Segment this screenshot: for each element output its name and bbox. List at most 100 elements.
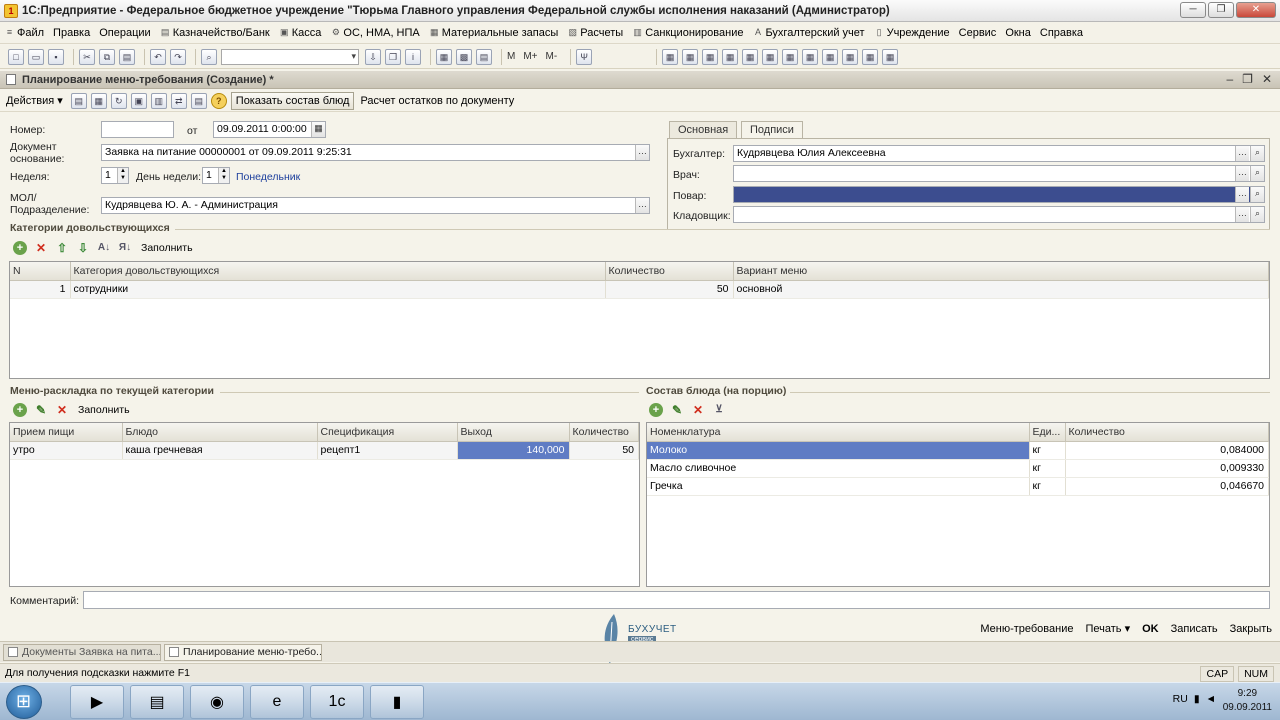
report-11-icon[interactable]: ▦ bbox=[862, 48, 879, 65]
basis-select-button[interactable]: … bbox=[635, 145, 649, 160]
tab-main[interactable]: Основная bbox=[669, 121, 738, 139]
media-player-icon[interactable]: ▶ bbox=[70, 685, 124, 719]
menu-help[interactable]: Справка bbox=[1040, 27, 1083, 39]
undo-icon[interactable]: ↶ bbox=[150, 48, 166, 65]
menu-fill-button[interactable]: Заполнить bbox=[78, 404, 130, 416]
cell-quantity[interactable]: 0,084000 bbox=[1065, 441, 1269, 460]
cook-search-icon[interactable]: ⌕ bbox=[1250, 187, 1264, 202]
camera-icon[interactable]: ▮ bbox=[370, 685, 424, 719]
calendar-icon[interactable]: ▦ bbox=[311, 122, 325, 137]
col-quantity[interactable]: Количество bbox=[605, 262, 734, 281]
cell-unit[interactable]: кг bbox=[1029, 441, 1066, 460]
table-icon[interactable]: ▦ bbox=[436, 48, 452, 65]
report-6-icon[interactable]: ▦ bbox=[762, 48, 779, 65]
print-button[interactable]: Печать ▾ bbox=[1085, 622, 1130, 635]
mol-select-button[interactable]: … bbox=[635, 198, 649, 213]
doc-restore-icon[interactable]: ❐ bbox=[1242, 72, 1253, 86]
table-row[interactable]: Гречка кг 0,046670 bbox=[647, 477, 1269, 496]
menu-operations[interactable]: Операции bbox=[99, 27, 150, 39]
col-category[interactable]: Категория довольствующихся bbox=[70, 262, 606, 281]
menu-institution[interactable]: ▯ Учреждение bbox=[874, 27, 950, 39]
help-icon[interactable]: ? bbox=[210, 92, 227, 109]
date-field[interactable]: 09.09.2011 0:00:00 ▦ bbox=[213, 121, 326, 138]
accountant-search-icon[interactable]: ⌕ bbox=[1250, 146, 1264, 161]
paste-icon[interactable]: ▤ bbox=[119, 48, 135, 65]
close-icon[interactable]: ✕ bbox=[1236, 2, 1276, 18]
memory-mplus-button[interactable]: M+ bbox=[523, 51, 537, 62]
cell-nomenclature[interactable]: Гречка bbox=[647, 477, 1030, 496]
cell-nomenclature[interactable]: Масло сливочное bbox=[647, 459, 1030, 478]
redo-icon[interactable]: ↷ bbox=[170, 48, 186, 65]
doctor-search-icon[interactable]: ⌕ bbox=[1250, 166, 1264, 181]
cell-unit[interactable]: кг bbox=[1029, 459, 1066, 478]
table-row[interactable]: Масло сливочное кг 0,009330 bbox=[647, 459, 1269, 478]
menu-treasury[interactable]: ▤ Казначейство/Банк bbox=[160, 27, 270, 39]
add-row-icon[interactable]: + bbox=[13, 403, 27, 417]
structure-icon[interactable]: ▥ bbox=[150, 92, 167, 109]
clock[interactable]: 9:29 09.09.2011 bbox=[1223, 687, 1272, 715]
open-folder-icon[interactable]: ▭ bbox=[28, 48, 44, 65]
movements-icon[interactable]: ⇄ bbox=[170, 92, 187, 109]
fill-doc-icon[interactable]: ▣ bbox=[130, 92, 147, 109]
minimize-icon[interactable]: ─ bbox=[1180, 2, 1206, 18]
cell-n[interactable]: 1 bbox=[10, 280, 71, 299]
menu-requirement-button[interactable]: Меню-требование bbox=[980, 623, 1073, 635]
tools-icon[interactable]: Ψ bbox=[576, 48, 593, 65]
find-next-icon[interactable]: ⇩ bbox=[365, 48, 381, 65]
list-icon[interactable]: ▦ bbox=[90, 92, 107, 109]
refresh-icon[interactable]: ↻ bbox=[110, 92, 127, 109]
window-tab-requests[interactable]: Документы Заявка на пита... bbox=[3, 643, 161, 661]
cook-field[interactable]: … ⌕ bbox=[733, 186, 1265, 203]
network-icon[interactable]: ▮ bbox=[1194, 693, 1200, 705]
report-8-icon[interactable]: ▦ bbox=[802, 48, 819, 65]
cell-unit[interactable]: кг bbox=[1029, 477, 1066, 496]
table-row[interactable]: 1 сотрудники 50 основной bbox=[10, 280, 1269, 299]
save-icon[interactable]: ▪ bbox=[48, 48, 64, 65]
report-2-icon[interactable]: ▦ bbox=[682, 48, 699, 65]
cell-quantity[interactable]: 0,046670 bbox=[1065, 477, 1269, 496]
explorer-icon[interactable]: ▤ bbox=[130, 685, 184, 719]
report-5-icon[interactable]: ▦ bbox=[742, 48, 759, 65]
doctor-select-button[interactable]: … bbox=[1235, 166, 1249, 181]
report-7-icon[interactable]: ▦ bbox=[782, 48, 799, 65]
table-row[interactable]: утро каша гречневая рецепт1 140,000 50 bbox=[10, 441, 639, 460]
number-field[interactable] bbox=[101, 121, 174, 138]
calendar-icon[interactable]: ▤ bbox=[476, 48, 492, 65]
memory-mminus-button[interactable]: M- bbox=[546, 51, 558, 62]
col-unit[interactable]: Еди... bbox=[1029, 423, 1066, 442]
menu-assets[interactable]: ⚙ ОС, НМА, НПА bbox=[330, 27, 420, 39]
menu-file[interactable]: ≡ Файл bbox=[4, 27, 44, 39]
move-down-icon[interactable]: ⇩ bbox=[76, 241, 90, 255]
comment-field[interactable] bbox=[83, 591, 1270, 609]
cut-icon[interactable]: ✂ bbox=[79, 48, 95, 65]
windows-icon[interactable]: ❐ bbox=[385, 48, 401, 65]
storekeeper-select-button[interactable]: … bbox=[1235, 207, 1249, 222]
storekeeper-search-icon[interactable]: ⌕ bbox=[1250, 207, 1264, 222]
memory-m-button[interactable]: M bbox=[507, 51, 515, 62]
col-dish[interactable]: Блюдо bbox=[122, 423, 318, 442]
col-n[interactable]: N bbox=[10, 262, 71, 281]
delete-row-icon[interactable]: ✕ bbox=[34, 241, 48, 255]
add-row-icon[interactable]: + bbox=[649, 403, 663, 417]
mol-field[interactable]: Кудрявцева Ю. А. - Администрация … bbox=[101, 197, 650, 214]
storekeeper-field[interactable]: … ⌕ bbox=[733, 206, 1265, 223]
start-button[interactable] bbox=[6, 685, 42, 719]
col-spec[interactable]: Спецификация bbox=[317, 423, 458, 442]
add-row-icon[interactable]: + bbox=[13, 241, 27, 255]
col-output[interactable]: Выход bbox=[457, 423, 570, 442]
cell-nomenclature[interactable]: Молоко bbox=[647, 441, 1030, 460]
cell-quantity[interactable]: 0,009330 bbox=[1065, 459, 1269, 478]
table-row[interactable]: Молоко кг 0,084000 bbox=[647, 441, 1269, 460]
report-1-icon[interactable]: ▦ bbox=[662, 48, 679, 65]
report-4-icon[interactable]: ▦ bbox=[722, 48, 739, 65]
cell-dish[interactable]: каша гречневая bbox=[122, 441, 318, 460]
copy-icon[interactable]: ⧉ bbox=[99, 48, 115, 65]
menu-materials[interactable]: ▦ Материальные запасы bbox=[429, 27, 558, 39]
menu-accounting[interactable]: A Бухгалтерский учет bbox=[752, 27, 865, 39]
language-indicator[interactable]: RU bbox=[1173, 693, 1188, 705]
search-combo[interactable] bbox=[221, 48, 359, 65]
ie-icon[interactable]: e bbox=[250, 685, 304, 719]
col-quantity[interactable]: Количество bbox=[1065, 423, 1269, 442]
sort-desc-icon[interactable]: Я↓ bbox=[118, 241, 132, 255]
calc-balance-button[interactable]: Расчет остатков по документу bbox=[360, 95, 514, 107]
